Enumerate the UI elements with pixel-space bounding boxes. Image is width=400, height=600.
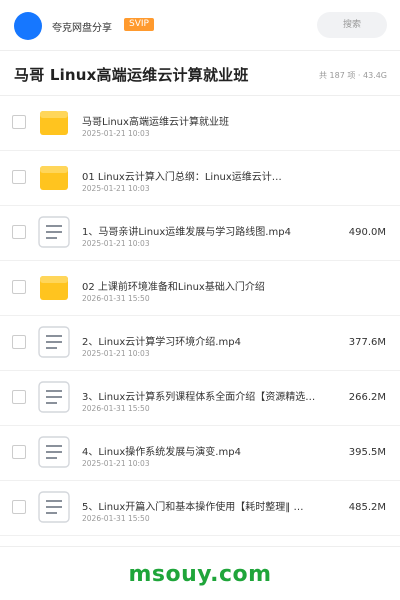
file-row[interactable]: 1、马哥亲讲Linux运维发展与学习路线图.mp4 2025-01-21 10:0…	[0, 206, 400, 261]
document-icon	[38, 326, 70, 358]
select-checkbox[interactable]	[12, 280, 26, 294]
document-icon	[38, 436, 70, 468]
item-name: 3、Linux云计算系列课程体系全面介绍【资源精选…	[82, 392, 316, 403]
site-watermark: msouy.com	[128, 562, 272, 587]
file-row[interactable]: 3、Linux云计算系列课程体系全面介绍【资源精选… 2026-01-31 15:…	[0, 371, 400, 426]
item-size: 485.2M	[348, 502, 386, 513]
item-name: 1、马哥亲讲Linux运维发展与学习路线图.mp4	[82, 227, 291, 238]
select-checkbox[interactable]	[12, 115, 26, 129]
file-row[interactable]: 2、Linux云计算学习环境介绍.mp4 2025-01-21 10:03 377.…	[0, 316, 400, 371]
item-date: 2026-01-31 15:50	[82, 404, 150, 413]
app-name: 夸克网盘分享	[52, 23, 112, 34]
select-checkbox[interactable]	[12, 500, 26, 514]
search-input[interactable]: 搜索	[317, 12, 387, 38]
avatar[interactable]	[14, 12, 42, 40]
folder-icon	[38, 271, 70, 303]
file-row[interactable]: 5、Linux开篇入门和基本操作使用【耗时整理‖ … 2026-01-31 15:…	[0, 481, 400, 536]
document-icon	[38, 216, 70, 248]
item-date: 2025-01-21 10:03	[82, 459, 150, 468]
select-checkbox[interactable]	[12, 445, 26, 459]
file-list: 马哥Linux高端运维云计算就业班 2025-01-21 10:03 01 Linu…	[0, 96, 400, 536]
item-size: 395.5M	[348, 447, 386, 458]
select-checkbox[interactable]	[12, 225, 26, 239]
item-date: 2025-01-21 10:03	[82, 349, 150, 358]
item-name: 5、Linux开篇入门和基本操作使用【耗时整理‖ …	[82, 502, 304, 513]
item-size: 377.6M	[348, 337, 386, 348]
item-date: 2025-01-21 10:03	[82, 184, 150, 193]
item-name: 01 Linux云计算入门总纲：Linux运维云计…	[82, 172, 282, 183]
app-header: 夸克网盘分享 SVIP 搜索	[0, 0, 400, 50]
item-date: 2026-01-31 15:50	[82, 294, 150, 303]
item-date: 2025-01-21 10:03	[82, 239, 150, 248]
svip-badge: SVIP	[124, 18, 154, 31]
select-checkbox[interactable]	[12, 170, 26, 184]
page-title: 马哥 Linux高端运维云计算就业班	[14, 66, 249, 84]
file-row[interactable]: 4、Linux操作系统发展与演变.mp4 2025-01-21 10:03 395.…	[0, 426, 400, 481]
item-date: 2025-01-21 10:03	[82, 129, 150, 138]
item-date: 2026-01-31 15:50	[82, 514, 150, 523]
item-name: 02 上课前环境准备和Linux基础入门介绍	[82, 282, 265, 293]
item-size: 490.0M	[348, 227, 386, 238]
select-checkbox[interactable]	[12, 390, 26, 404]
folder-row[interactable]: 马哥Linux高端运维云计算就业班 2025-01-21 10:03	[0, 96, 400, 151]
item-name: 马哥Linux高端运维云计算就业班	[82, 117, 229, 128]
header-divider	[0, 50, 400, 51]
folder-icon	[38, 161, 70, 193]
select-checkbox[interactable]	[12, 335, 26, 349]
list-end-divider	[0, 546, 400, 547]
item-size: 266.2M	[348, 392, 386, 403]
document-icon	[38, 491, 70, 523]
folder-row[interactable]: 01 Linux云计算入门总纲：Linux运维云计… 2025-01-21 10:…	[0, 151, 400, 206]
item-name: 4、Linux操作系统发展与演变.mp4	[82, 447, 241, 458]
folder-meta: 共 187 项 · 43.4G	[319, 71, 387, 80]
item-name: 2、Linux云计算学习环境介绍.mp4	[82, 337, 241, 348]
folder-icon	[38, 106, 70, 138]
folder-row[interactable]: 02 上课前环境准备和Linux基础入门介绍 2026-01-31 15:50	[0, 261, 400, 316]
document-icon	[38, 381, 70, 413]
